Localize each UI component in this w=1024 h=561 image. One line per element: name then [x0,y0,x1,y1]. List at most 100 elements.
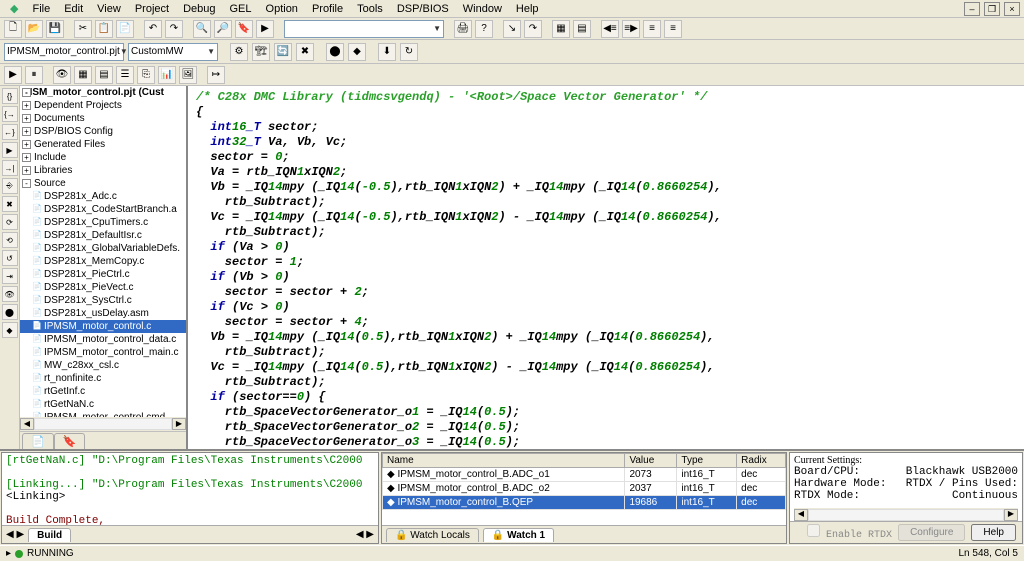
menu-tools[interactable]: Tools [351,2,389,16]
reset-cpu-icon[interactable]: ↺ [2,250,18,266]
watch-row[interactable]: ◆ IPMSM_motor_control_B.ADC_o22037int16_… [383,482,786,496]
cut-icon[interactable]: ✂ [74,20,92,38]
redo-icon[interactable]: ↷ [165,20,183,38]
tree-file[interactable]: rtGetInf.c [20,385,186,398]
restore-button[interactable]: ❐ [984,2,1000,16]
register-view-icon[interactable]: ▦ [74,66,92,84]
tree-folder[interactable]: +Generated Files [20,138,186,151]
output-scroll[interactable]: ◀ ▶ [356,529,374,540]
stack-icon[interactable]: ☰ [116,66,134,84]
code-editor[interactable]: /* C28x DMC Library (tidmcsvgendq) - '<R… [188,86,1024,449]
reload-icon[interactable]: ↻ [400,43,418,61]
tree-file[interactable]: IPMSM_motor_control.cmd [20,411,186,417]
menu-help[interactable]: Help [510,2,545,16]
output-body[interactable]: [rtGetNaN.c] "D:\Program Files\Texas Ins… [2,453,378,525]
tree-file[interactable]: IPMSM_motor_control_data.c [20,333,186,346]
run-to-cursor-icon[interactable]: →| [2,160,18,176]
config-combo[interactable]: CustomMW▼ [128,43,218,61]
tree-file[interactable]: DSP281x_GlobalVariableDefs. [20,242,186,255]
rebuild-icon[interactable]: 🔄 [274,43,292,61]
register-icon[interactable]: ▤ [573,20,591,38]
tree-root[interactable]: -MSM_motor_control.pjt (Cust [20,86,186,99]
reset-icon[interactable]: ⟲ [2,232,18,248]
tree-file[interactable]: DSP281x_SysCtrl.c [20,294,186,307]
minimize-button[interactable]: ‒ [964,2,980,16]
indent-right-icon[interactable]: ≡▶ [622,20,640,38]
tree-file[interactable]: DSP281x_CpuTimers.c [20,216,186,229]
run-icon[interactable]: ▶ [4,66,22,84]
tree-folder[interactable]: +DSP/BIOS Config [20,125,186,138]
tree-tabs[interactable]: 📄 🔖 [20,431,186,449]
halt-side-icon[interactable]: ✖ [2,196,18,212]
watch-col-type[interactable]: Type [677,454,737,468]
menu-file[interactable]: File [26,2,56,16]
tree-folder[interactable]: -Source [20,177,186,190]
tree-file[interactable]: DSP281x_CodeStartBranch.a [20,203,186,216]
step-out-side-icon[interactable]: ←} [2,124,18,140]
tree-file[interactable]: DSP281x_usDelay.asm [20,307,186,320]
tree-file[interactable]: IPMSM_motor_control_main.c [20,346,186,359]
outdent-icon[interactable]: ≡ [643,20,661,38]
build-icon[interactable]: 🏗 [252,43,270,61]
indent-left-icon[interactable]: ◀≡ [601,20,619,38]
run-side-icon[interactable]: ▶ [2,142,18,158]
tree-tab-book[interactable]: 🔖 [54,433,86,449]
undo-icon[interactable]: ↶ [144,20,162,38]
close-button[interactable]: × [1004,2,1020,16]
tree-file[interactable]: MW_c28xx_csl.c [20,359,186,372]
tree-file[interactable]: DSP281x_DefaultIsr.c [20,229,186,242]
save-icon[interactable]: 💾 [46,20,64,38]
bookmark-next-icon[interactable]: ▶ [256,20,274,38]
memory-icon[interactable]: ▦ [552,20,570,38]
watch-col-value[interactable]: Value [625,454,677,468]
step-over-icon[interactable]: ↷ [524,20,542,38]
tree-file[interactable]: rtGetNaN.c [20,398,186,411]
tree-file[interactable]: DSP281x_MemCopy.c [20,255,186,268]
go-main-side-icon[interactable]: ⇥ [2,268,18,284]
disasm-icon[interactable]: ⎘ [137,66,155,84]
toggle-bp-icon[interactable]: ⬤ [2,304,18,320]
watch-row[interactable]: ◆ IPMSM_motor_control_B.QEP19686int16_Td… [383,496,786,510]
rtdx-enable-check[interactable]: Enable RTDX [807,524,892,541]
find-icon[interactable]: 🔍 [193,20,211,38]
watch-col-name[interactable]: Name [383,454,625,468]
tree-tab-file[interactable]: 📄 [22,433,54,449]
menu-window[interactable]: Window [457,2,508,16]
tree-file[interactable]: DSP281x_PieCtrl.c [20,268,186,281]
menu-view[interactable]: View [91,2,127,16]
step-into-side-icon[interactable]: {} [2,88,18,104]
menu-dspbios[interactable]: DSP/BIOS [391,2,455,16]
search-combo[interactable]: ▼ [284,20,444,38]
tree-hscroll[interactable]: ◀▶ [20,417,186,431]
watch-col-radix[interactable]: Radix [737,454,786,468]
tree-folder[interactable]: +Dependent Projects [20,99,186,112]
output-tab-nav[interactable]: ◀ ▶ [6,529,24,540]
halt-icon[interactable]: ⏸ [25,66,43,84]
tree-folder[interactable]: +Libraries [20,164,186,177]
tree-folder[interactable]: +Documents [20,112,186,125]
output-tab-build[interactable]: Build [28,528,71,542]
go-main-icon[interactable]: ↦ [207,66,225,84]
rtdx-hscroll[interactable]: ◀▶ [794,508,1018,521]
load-icon[interactable]: ⬇ [378,43,396,61]
menu-edit[interactable]: Edit [58,2,89,16]
set-pc-icon[interactable]: ⎆ [2,178,18,194]
menu-debug[interactable]: Debug [177,2,221,16]
watch-tab-1[interactable]: 🔒 Watch 1 [483,528,554,542]
tree-file[interactable]: DSP281x_PieVect.c [20,281,186,294]
menu-option[interactable]: Option [260,2,304,16]
project-combo[interactable]: IPMSM_motor_control.pjt▼ [4,43,124,61]
tree-file[interactable]: DSP281x_Adc.c [20,190,186,203]
watch-table[interactable]: Name Value Type Radix ◆ IPMSM_motor_cont… [382,453,786,525]
bookmark-icon[interactable]: 🔖 [235,20,253,38]
project-tree[interactable]: -MSM_motor_control.pjt (Cust +Dependent … [20,86,186,417]
graph-icon[interactable]: 📊 [158,66,176,84]
stop-build-icon[interactable]: ✖ [296,43,314,61]
quick-watch-icon[interactable]: 👁 [2,286,18,302]
tree-file[interactable]: rt_nonfinite.c [20,372,186,385]
menu-project[interactable]: Project [129,2,175,16]
probe-icon[interactable]: ◆ [348,43,366,61]
menu-gel[interactable]: GEL [224,2,258,16]
watch-row[interactable]: ◆ IPMSM_motor_control_B.ADC_o12073int16_… [383,468,786,482]
tree-file[interactable]: IPMSM_motor_control.c [20,320,186,333]
